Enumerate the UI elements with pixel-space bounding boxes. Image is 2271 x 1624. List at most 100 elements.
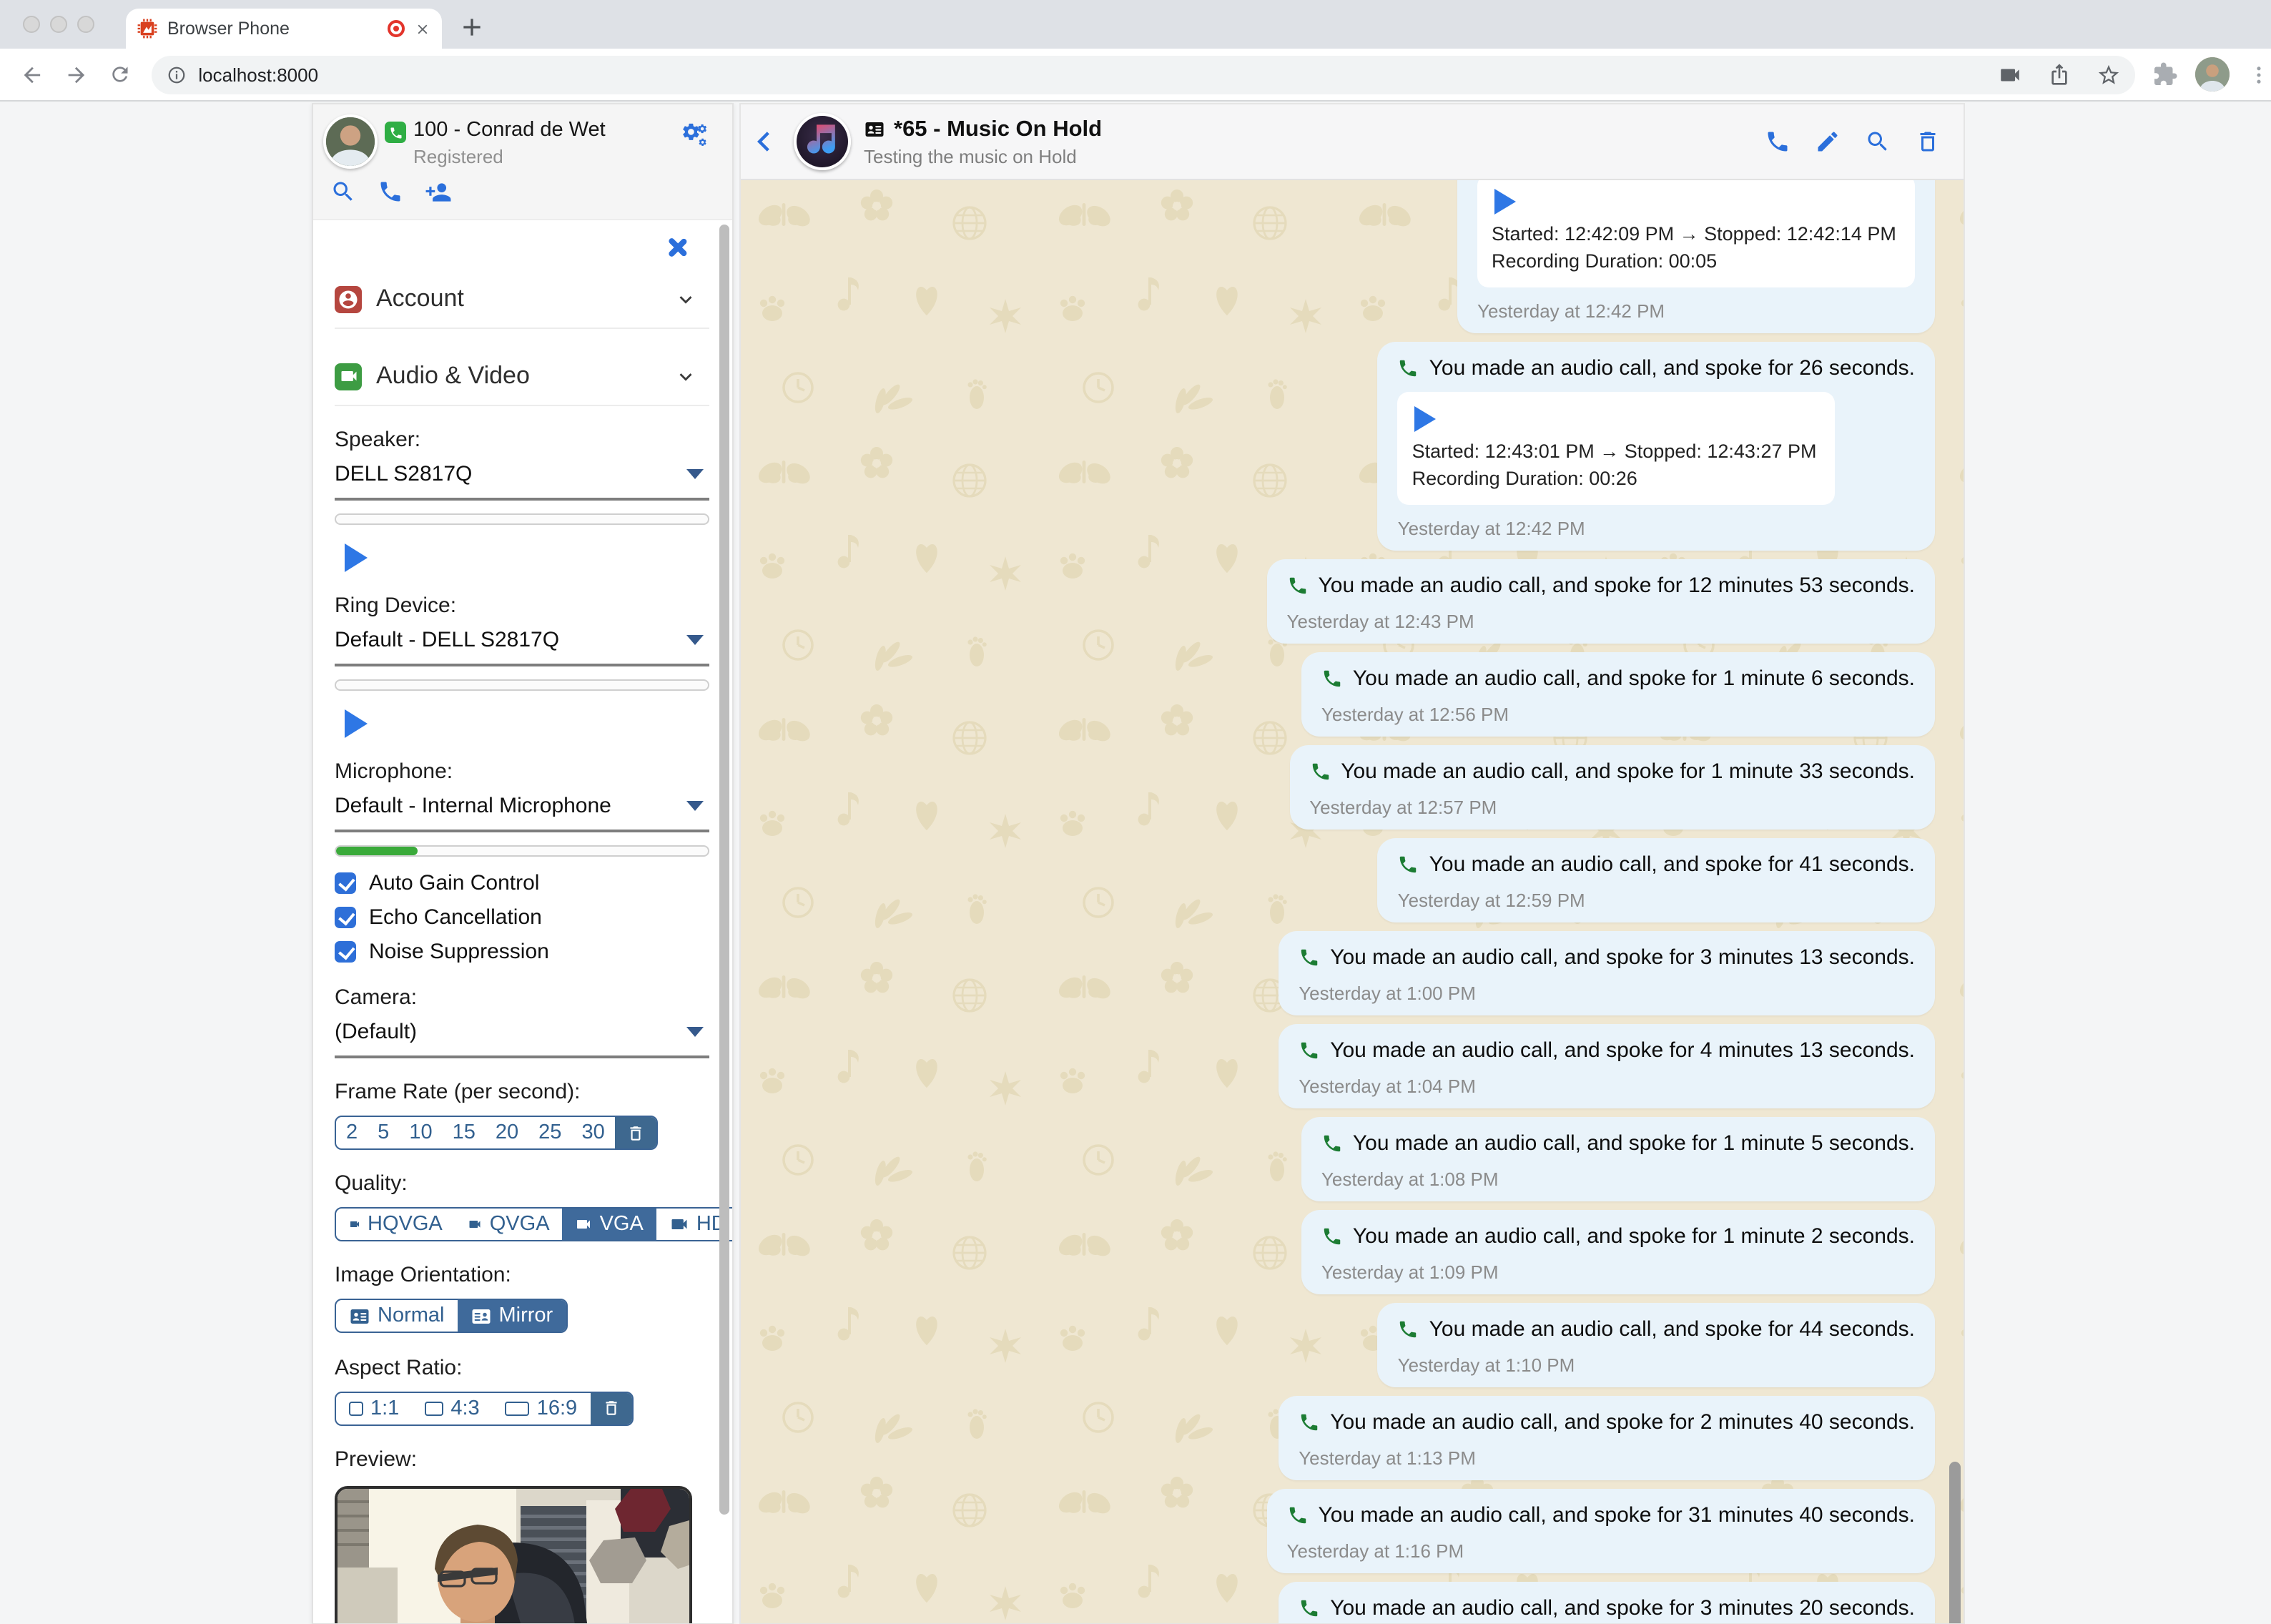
speaker-test-play-button[interactable] xyxy=(345,543,368,572)
share-icon[interactable] xyxy=(2048,63,2071,86)
play-button[interactable] xyxy=(1414,406,1437,432)
frame-rate-option-15[interactable]: 15 xyxy=(443,1117,486,1148)
recording-range: Started: 12:42:09 PM → Stopped: 12:42:14… xyxy=(1492,223,1896,245)
forward-icon[interactable] xyxy=(64,62,89,87)
contact-avatar[interactable] xyxy=(794,113,851,170)
message-text: You made an audio call, and spoke for 3 … xyxy=(1330,1596,1915,1620)
speaker-select[interactable]: DELL S2817Q xyxy=(335,455,709,501)
frame-rate-option-25[interactable]: 25 xyxy=(528,1117,571,1148)
call-made-icon xyxy=(1398,854,1419,875)
message-text-row: You made an audio call, and spoke for 1 … xyxy=(1321,1131,1915,1156)
frame-rate-option-30[interactable]: 30 xyxy=(571,1117,614,1148)
aspect-shape-icon xyxy=(505,1401,530,1415)
ring-test-play-button[interactable] xyxy=(345,709,368,738)
message-text: You made an audio call, and spoke for 1 … xyxy=(1352,666,1915,691)
new-tab-button[interactable] xyxy=(458,13,486,41)
settings-close-icon[interactable] xyxy=(666,237,686,257)
quality-option-hqvga[interactable]: HQVGA xyxy=(336,1209,455,1240)
ring-device-select[interactable]: Default - DELL S2817Q xyxy=(335,621,709,666)
quality-option-qvga[interactable]: QVGA xyxy=(455,1209,563,1240)
audio-option-row: Echo Cancellation xyxy=(335,905,709,930)
reload-icon[interactable] xyxy=(109,63,132,86)
message-bubble: You made an audio call, and spoke for 1 … xyxy=(1301,652,1935,737)
microphone-select[interactable]: Default - Internal Microphone xyxy=(335,787,709,832)
quality-option-vga[interactable]: VGA xyxy=(562,1209,656,1240)
registration-status: Registered xyxy=(413,146,503,167)
add-contact-icon[interactable] xyxy=(425,179,452,206)
window-close-button[interactable] xyxy=(23,16,40,33)
message-bubble: You made an audio call, and spoke for 4 … xyxy=(1279,1024,1935,1108)
message-bubble: You made an audio call, and spoke for 3 … xyxy=(1279,1582,1935,1623)
message-timestamp: Yesterday at 1:00 PM xyxy=(1299,983,1476,1004)
message-timestamp: Yesterday at 1:09 PM xyxy=(1321,1261,1499,1283)
orientation-option-mirror[interactable]: Mirror xyxy=(457,1300,566,1332)
frame-rate-clear-trash-icon[interactable] xyxy=(614,1117,656,1148)
back-icon[interactable] xyxy=(20,62,44,87)
sidebar-scrollbar[interactable] xyxy=(719,225,729,1515)
bookmark-star-icon[interactable] xyxy=(2097,62,2121,87)
chat-scrollbar[interactable] xyxy=(1949,1462,1961,1623)
search-messages-icon[interactable] xyxy=(1865,129,1891,154)
play-button[interactable] xyxy=(1494,189,1516,215)
checkbox-label: Auto Gain Control xyxy=(369,871,540,895)
call-icon[interactable] xyxy=(1765,129,1790,154)
tab-favicon-icon xyxy=(137,19,157,39)
checkbox-checked-icon[interactable] xyxy=(335,907,356,928)
settings-gears-icon[interactable] xyxy=(681,122,709,150)
call-made-icon xyxy=(1299,1412,1320,1433)
window-minimize-button[interactable] xyxy=(50,16,67,33)
recording-duration: Recording Duration: 00:05 xyxy=(1492,250,1718,272)
contact-card-icon xyxy=(864,119,885,140)
message-text-row: You made an audio call, and spoke for 3 … xyxy=(1299,945,1915,970)
frame-rate-option-2[interactable]: 2 xyxy=(336,1117,368,1148)
call-made-icon xyxy=(1299,1598,1320,1619)
user-avatar[interactable] xyxy=(323,114,378,169)
browser-profile-avatar[interactable] xyxy=(2195,57,2230,92)
select-arrow-icon xyxy=(686,469,704,479)
chevron-down-icon[interactable] xyxy=(674,364,698,388)
dial-phone-icon[interactable] xyxy=(378,179,403,205)
message-timestamp: Yesterday at 12:59 PM xyxy=(1397,890,1585,911)
chevron-down-icon[interactable] xyxy=(674,287,698,311)
camera-permission-icon[interactable] xyxy=(1998,62,2022,87)
aspect-ratio-label: Aspect Ratio: xyxy=(335,1355,463,1379)
sidebar-user-header: 100 - Conrad de Wet Registered xyxy=(313,104,732,220)
message-text: You made an audio call, and spoke for 4 … xyxy=(1330,1038,1915,1063)
checkbox-checked-icon[interactable] xyxy=(335,941,356,963)
call-made-icon xyxy=(1299,1040,1320,1061)
message-timestamp: Yesterday at 12:57 PM xyxy=(1309,797,1497,818)
image-orientation-group: Normal Mirror xyxy=(335,1299,568,1333)
message-timestamp: Yesterday at 12:56 PM xyxy=(1321,704,1509,725)
videocam-icon xyxy=(669,1214,689,1234)
browser-toolbar: localhost:8000 xyxy=(0,49,2271,102)
message-timestamp: Yesterday at 12:42 PM xyxy=(1397,518,1585,539)
image-orientation-label: Image Orientation: xyxy=(335,1263,511,1287)
frame-rate-option-20[interactable]: 20 xyxy=(486,1117,528,1148)
frame-rate-option-5[interactable]: 5 xyxy=(368,1117,399,1148)
aspect-clear-trash-icon[interactable] xyxy=(590,1392,632,1424)
ring-level-meter xyxy=(335,679,709,691)
site-info-icon[interactable] xyxy=(165,64,187,85)
browser-tab[interactable]: Browser Phone xyxy=(126,9,442,49)
edit-icon[interactable] xyxy=(1815,129,1841,154)
extensions-puzzle-icon[interactable] xyxy=(2152,61,2178,87)
chat-back-icon[interactable] xyxy=(749,126,781,157)
window-zoom-button[interactable] xyxy=(77,16,94,33)
section-account[interactable]: Account xyxy=(335,277,709,320)
find-contact-icon[interactable] xyxy=(330,179,356,205)
frame-rate-option-10[interactable]: 10 xyxy=(399,1117,442,1148)
aspect-option-4x3[interactable]: 4:3 xyxy=(412,1392,492,1424)
delete-conversation-icon[interactable] xyxy=(1915,129,1941,154)
section-audio-video[interactable]: Audio & Video xyxy=(335,355,709,398)
message-text-row: You made an audio call, and spoke for 1 … xyxy=(1309,759,1915,784)
address-bar[interactable]: localhost:8000 xyxy=(151,55,2135,94)
aspect-option-16x9[interactable]: 16:9 xyxy=(493,1392,590,1424)
orientation-option-normal[interactable]: Normal xyxy=(336,1300,457,1332)
message-text-row: You made an audio call, and spoke for 44… xyxy=(1398,1317,1915,1342)
checkbox-checked-icon[interactable] xyxy=(335,872,356,894)
tab-close-icon[interactable] xyxy=(415,21,430,36)
camera-select[interactable]: (Default) xyxy=(335,1013,709,1058)
aspect-option-1x1[interactable]: 1:1 xyxy=(336,1392,412,1424)
message-text-row: You made an audio call, and spoke for 41… xyxy=(1398,852,1915,877)
browser-menu-kebab-icon[interactable] xyxy=(2247,62,2271,87)
